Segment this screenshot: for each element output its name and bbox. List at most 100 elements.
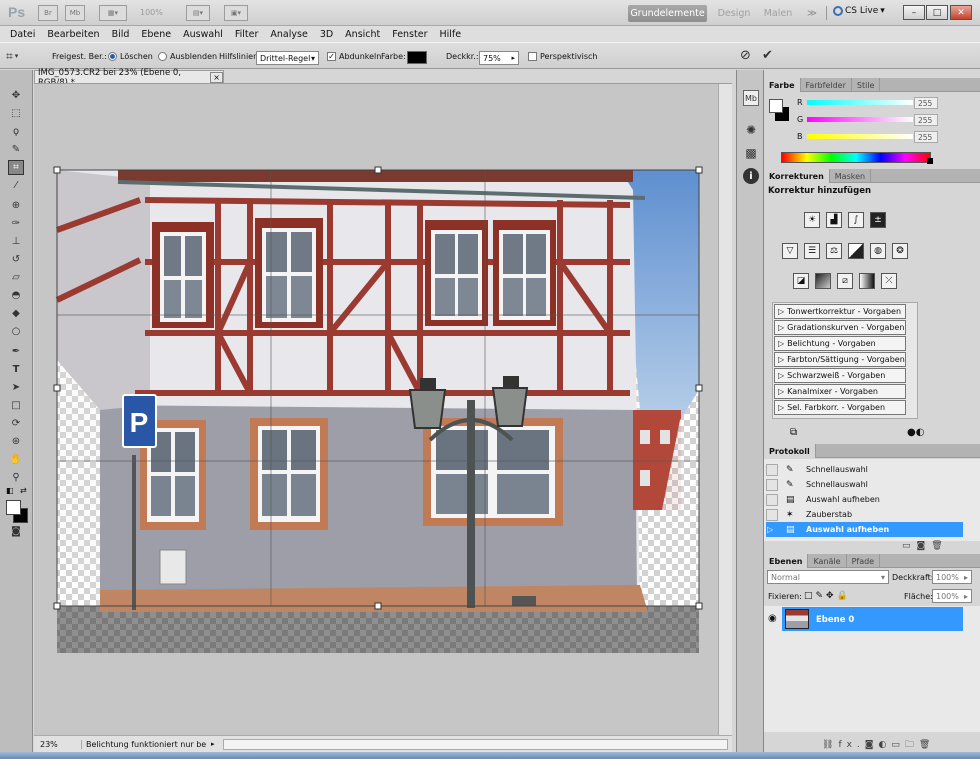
quick-mask-icon[interactable]: ◙	[8, 524, 24, 539]
visibility-eye-icon[interactable]: ◉	[768, 613, 777, 624]
tab-korrekturen[interactable]: Korrekturen	[764, 169, 830, 183]
history-item-selected[interactable]: ▷ ▤ Auswahl aufheben	[766, 522, 963, 537]
shield-color-swatch[interactable]	[407, 51, 427, 64]
healing-brush-tool-icon[interactable]: ⊕	[8, 198, 24, 213]
path-selection-tool-icon[interactable]: ➤	[8, 380, 24, 395]
clip-to-layer-icon[interactable]: ⧉	[790, 427, 797, 438]
horizontal-scrollbar[interactable]	[222, 738, 728, 750]
preset-farbton[interactable]: ▷ Farbton/Sättigung - Vorgaben	[774, 352, 906, 367]
blue-slider[interactable]	[807, 134, 913, 139]
blur-tool-icon[interactable]: ◆	[8, 306, 24, 321]
opacity-input[interactable]: 75% ▸	[479, 51, 519, 65]
history-item[interactable]: ✎ Schnellauswahl	[766, 462, 963, 477]
levels-icon[interactable]: ▟	[826, 212, 842, 228]
close-document-icon[interactable]: ×	[210, 72, 223, 83]
layer-name[interactable]: Ebene 0	[816, 615, 854, 625]
history-item[interactable]: ✶ Zauberstab	[766, 507, 963, 522]
3d-panel-icon[interactable]: ✺	[743, 122, 759, 138]
menu-auswahl[interactable]: Auswahl	[177, 29, 229, 40]
hide-radio[interactable]: Ausblenden	[158, 52, 217, 61]
invert-icon[interactable]: ◪	[793, 273, 809, 289]
image-panel-icon[interactable]: ▩	[743, 145, 759, 161]
lock-icons[interactable]: □✎✥🔒	[804, 591, 851, 601]
type-tool-icon[interactable]: T	[8, 362, 24, 377]
vertical-scrollbar[interactable]	[718, 84, 732, 735]
menu-bild[interactable]: Bild	[106, 29, 136, 40]
menu-3d[interactable]: 3D	[314, 29, 339, 40]
layers-footer-icons[interactable]: ⛓fx.◙◐▭🗀🗑	[822, 737, 935, 753]
screen-mode-button[interactable]: ▣▾	[224, 5, 248, 21]
delete-radio[interactable]: Löschen	[108, 52, 153, 61]
eyedropper-tool-icon[interactable]: ⁄	[8, 178, 24, 193]
gradient-map-icon[interactable]	[859, 273, 875, 289]
tab-pfade[interactable]: Pfade	[847, 554, 881, 568]
blend-mode-select[interactable]: Normal ▾	[767, 570, 889, 584]
channel-mixer-icon[interactable]: ❂	[892, 243, 908, 259]
tab-ebenen[interactable]: Ebenen	[764, 554, 809, 568]
color-ramp[interactable]	[781, 152, 931, 163]
black-swatch[interactable]	[927, 158, 933, 164]
commit-crop-button[interactable]: ✔	[762, 48, 773, 63]
document-canvas[interactable]: P	[34, 84, 718, 735]
menu-datei[interactable]: Datei	[4, 29, 41, 40]
darken-checkbox[interactable]: ✓ Abdunkeln	[327, 52, 381, 61]
tab-protokoll[interactable]: Protokoll	[764, 444, 816, 458]
exposure-icon[interactable]: ±	[870, 212, 886, 228]
tab-farbe[interactable]: Farbe	[764, 78, 801, 92]
history-footer-icons[interactable]: ▭◙🗑	[902, 541, 949, 551]
menu-bearbeiten[interactable]: Bearbeiten	[41, 29, 105, 40]
tab-stile[interactable]: Stile	[852, 78, 881, 92]
hand-tool-icon[interactable]: ✋	[8, 452, 24, 467]
preset-belichtung[interactable]: ▷ Belichtung - Vorgaben	[774, 336, 906, 351]
tab-farbfelder[interactable]: Farbfelder	[801, 78, 852, 92]
layer-opacity-input[interactable]: 100% ▸	[932, 570, 972, 584]
zoom-level[interactable]: 100%	[140, 8, 163, 17]
restore-button[interactable]: □	[926, 5, 948, 20]
history-item[interactable]: ✎ Schnellauswahl	[766, 477, 963, 492]
preset-schwarzweiss[interactable]: ▷ Schwarzweiß - Vorgaben	[774, 368, 906, 383]
info-icon[interactable]: i	[743, 168, 759, 184]
brush-tool-icon[interactable]: ✑	[8, 216, 24, 231]
swap-colors-icon[interactable]: ⇄	[20, 486, 27, 495]
menu-ebene[interactable]: Ebene	[135, 29, 177, 40]
workspace-malen[interactable]: Malen	[762, 5, 794, 22]
guides-menu-button[interactable]: ▦▾	[99, 5, 127, 21]
threshold-icon[interactable]: ⧄	[837, 273, 853, 289]
tab-kanaele[interactable]: Kanäle	[808, 554, 847, 568]
minimize-button[interactable]: –	[903, 5, 925, 20]
selective-color-icon[interactable]: ⤫	[881, 273, 897, 289]
layer-row-ebene-0[interactable]	[782, 607, 963, 631]
document-tab[interactable]: IMG_0573.CR2 bei 23% (Ebene 0, RGB/8) * …	[34, 68, 224, 88]
default-colors-icon[interactable]: ◧	[6, 486, 14, 495]
foreground-color-swatch[interactable]	[6, 500, 21, 515]
preset-tonwert[interactable]: ▷ Tonwertkorrektur - Vorgaben	[774, 304, 906, 319]
green-slider[interactable]	[807, 117, 913, 122]
history-brush-tool-icon[interactable]: ↺	[8, 252, 24, 267]
workspace-grundelemente[interactable]: Grundelemente	[628, 5, 707, 22]
blue-value[interactable]: 255	[914, 131, 938, 143]
pen-tool-icon[interactable]: ✒	[8, 344, 24, 359]
preset-kanalmixer[interactable]: ▷ Kanalmixer - Vorgaben	[774, 384, 906, 399]
perspective-checkbox[interactable]: Perspektivisch	[528, 52, 598, 61]
bridge-button[interactable]: Br	[38, 5, 58, 21]
clone-stamp-tool-icon[interactable]: ⊥	[8, 234, 24, 249]
status-zoom[interactable]: 23%	[34, 739, 82, 749]
menu-fenster[interactable]: Fenster	[386, 29, 433, 40]
move-tool-icon[interactable]: ✥	[8, 88, 24, 103]
zoom-tool-icon[interactable]: ⚲	[8, 470, 24, 485]
menu-analyse[interactable]: Analyse	[264, 29, 313, 40]
black-white-icon[interactable]	[848, 243, 864, 259]
eraser-tool-icon[interactable]: ▱	[8, 270, 24, 285]
menu-hilfe[interactable]: Hilfe	[434, 29, 468, 40]
shape-tool-icon[interactable]: □	[8, 398, 24, 413]
green-value[interactable]: 255	[914, 114, 938, 126]
guides-select[interactable]: Drittel-Regel ▾	[256, 51, 319, 65]
arrange-documents-button[interactable]: ▤▾	[186, 5, 210, 21]
hue-saturation-icon[interactable]: ☰	[804, 243, 820, 259]
minibridge-panel-icon[interactable]: Mb	[743, 90, 759, 106]
fx-button[interactable]: fx.	[838, 740, 864, 750]
posterize-icon[interactable]	[815, 273, 831, 289]
workspace-design[interactable]: Design	[715, 5, 753, 22]
brightness-icon[interactable]: ☀	[804, 212, 820, 228]
tool-preset-picker[interactable]: ⌗ ▾	[6, 48, 40, 64]
